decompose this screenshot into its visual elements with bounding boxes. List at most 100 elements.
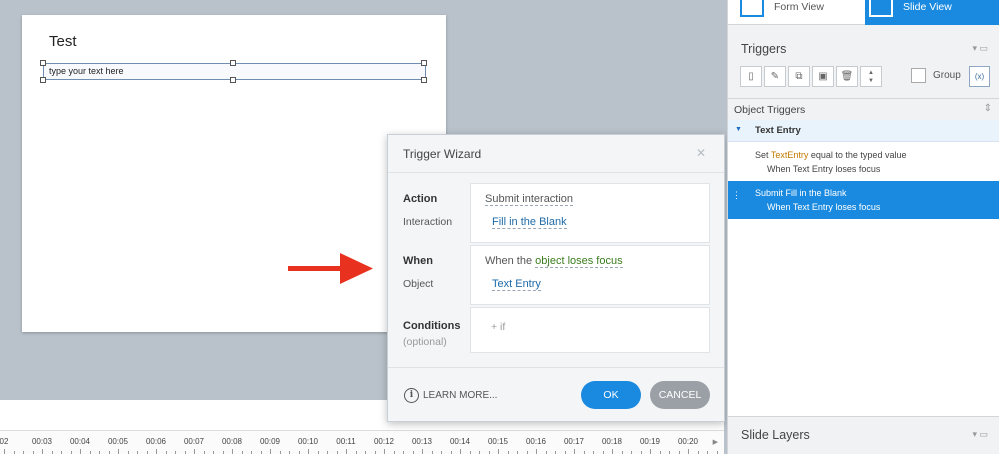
slide-layers-title: Slide Layers	[741, 428, 810, 442]
trigger-item-submit[interactable]: ⋮ Submit Fill in the Blank When Text Ent…	[728, 181, 999, 219]
trigger-set-word: Set	[755, 150, 769, 160]
conditions-label: Conditions	[403, 320, 461, 332]
move-trigger-icon[interactable]: ▲ ▼	[860, 66, 882, 87]
resize-handle-br[interactable]	[421, 77, 427, 83]
when-row: When Object When the object loses focus …	[388, 245, 726, 305]
resize-handle-tr[interactable]	[421, 60, 427, 66]
trigger-rest-text: equal to the typed value	[810, 150, 907, 160]
trigger-group-text-entry[interactable]: ▼ Text Entry	[728, 120, 999, 142]
tab-form-view-label: Form View	[774, 1, 824, 13]
timeline-tick-label: 00:14	[449, 437, 471, 446]
action-value[interactable]: Submit interaction	[485, 193, 574, 206]
trigger-variable-link[interactable]: TextEntry	[771, 150, 809, 160]
trigger-item-when: When Text Entry loses focus	[767, 202, 881, 212]
timeline-tick-mark	[384, 449, 385, 454]
timeline-tick-mark	[650, 449, 651, 454]
interaction-value[interactable]: Fill in the Blank	[492, 216, 567, 229]
red-arrow-annotation	[288, 253, 373, 284]
group-checkbox[interactable]	[911, 68, 926, 83]
timeline-tick-label: 00:04	[69, 437, 91, 446]
drag-handle-icon[interactable]: ⋮	[732, 191, 741, 200]
layers-menu-icon[interactable]: ▾ ▭	[972, 429, 988, 440]
timeline-tick-label: 00:17	[563, 437, 585, 446]
when-prefix: When the	[485, 255, 533, 267]
panel-menu-icon[interactable]: ▾ ▭	[972, 43, 988, 54]
timeline-tick-mark	[118, 449, 119, 454]
delete-trigger-icon[interactable]: 🗑	[836, 66, 858, 87]
close-icon[interactable]: ✕	[696, 146, 706, 160]
timeline-tick-label: 00:20	[677, 437, 699, 446]
form-view-icon	[740, 0, 764, 17]
timeline-tick-mark	[270, 449, 271, 454]
dialog-footer: i LEARN MORE... OK CANCEL	[388, 367, 724, 422]
timeline-tick-label: 00:11	[336, 437, 356, 446]
conditions-box: + if	[470, 307, 710, 353]
timeline-tick-label: 00:19	[639, 437, 661, 446]
trigger-item-line1: Submit Fill in the Blank	[755, 188, 847, 198]
add-condition-link[interactable]: + if	[491, 321, 505, 333]
timeline-tick-label: 00:08	[221, 437, 243, 446]
group-label: Group	[933, 70, 961, 81]
timeline-tick-mark	[42, 449, 43, 454]
slide-title[interactable]: Test	[49, 33, 77, 50]
info-icon: i	[404, 388, 419, 403]
tab-slide-view[interactable]: Slide View	[865, 0, 999, 25]
learn-more-label: LEARN MORE...	[423, 390, 498, 401]
timeline-tick-label: 00:03	[31, 437, 53, 446]
timeline-tick-mark	[460, 449, 461, 454]
resize-handle-bm[interactable]	[230, 77, 236, 83]
collapse-all-icon[interactable]: ⇕	[984, 103, 992, 114]
action-row: Action Interaction Submit interaction Fi…	[388, 183, 726, 243]
cancel-button[interactable]: CANCEL	[650, 381, 710, 409]
trigger-group-label: Text Entry	[755, 125, 801, 136]
triggers-title: Triggers	[741, 42, 787, 56]
action-label: Action	[403, 193, 438, 205]
trigger-item-line1: Set TextEntry equal to the typed value	[755, 150, 906, 160]
view-tabs: Form View Slide View	[728, 0, 999, 25]
tab-form-view[interactable]: Form View	[736, 0, 865, 25]
timeline-tick-mark	[422, 449, 423, 454]
timeline-tick-mark	[536, 449, 537, 454]
when-value[interactable]: object loses focus	[535, 255, 623, 268]
timeline-tick-label: 00:09	[259, 437, 281, 446]
timeline-tick-label: 00:07	[183, 437, 205, 446]
dialog-title: Trigger Wizard	[403, 147, 482, 161]
timeline-tick-label: 00:06	[145, 437, 167, 446]
object-value[interactable]: Text Entry	[492, 278, 541, 291]
ok-button[interactable]: OK	[581, 381, 641, 409]
resize-handle-tm[interactable]	[230, 60, 236, 66]
timeline-tick-mark	[498, 449, 499, 454]
timeline-tick-mark	[308, 449, 309, 454]
when-label: When	[403, 255, 433, 267]
dialog-header: Trigger Wizard ✕	[388, 135, 724, 173]
timeline-tick-label: 00:15	[487, 437, 509, 446]
slide-layers-header: Slide Layers ▾ ▭	[728, 416, 999, 454]
timeline-tick-label: 00:18	[601, 437, 623, 446]
paste-trigger-icon[interactable]: ▣	[812, 66, 834, 87]
variables-icon[interactable]: (x)	[969, 66, 990, 87]
resize-handle-tl[interactable]	[40, 60, 46, 66]
timeline-tick-mark	[156, 449, 157, 454]
when-text: When the object loses focus	[485, 255, 623, 268]
object-label: Object	[403, 278, 434, 290]
conditions-row: Conditions (optional) + if	[388, 307, 726, 355]
slide[interactable]: Test type your text here	[22, 15, 446, 332]
tab-slide-view-label: Slide View	[903, 1, 952, 13]
timeline-tick-mark	[574, 449, 575, 454]
timeline-ruler[interactable]: ▶ 02 00:03 00:04 00:05 00:06 00:07 00:08 00:09 0…	[0, 430, 724, 454]
timeline-scroll-right-icon[interactable]: ▶	[713, 438, 718, 446]
timeline-tick-label: 00:12	[373, 437, 395, 446]
new-trigger-icon[interactable]: ▯	[740, 66, 762, 87]
resize-handle-bl[interactable]	[40, 77, 46, 83]
edit-trigger-icon[interactable]: ✎	[764, 66, 786, 87]
trigger-item-set-variable[interactable]: Set TextEntry equal to the typed value W…	[728, 143, 999, 181]
triggers-toolbar: ▯ ✎ ⧉ ▣ 🗑 ▲ ▼	[740, 66, 884, 87]
timeline-tick-mark	[346, 449, 347, 454]
timeline-tick-mark	[4, 449, 5, 454]
caret-down-icon[interactable]: ▼	[735, 126, 742, 133]
copy-trigger-icon[interactable]: ⧉	[788, 66, 810, 87]
learn-more-link[interactable]: i LEARN MORE...	[404, 388, 497, 403]
when-box: When the object loses focus Text Entry	[470, 245, 710, 305]
object-triggers-title: Object Triggers	[734, 104, 806, 116]
timeline-tick-mark	[232, 449, 233, 454]
